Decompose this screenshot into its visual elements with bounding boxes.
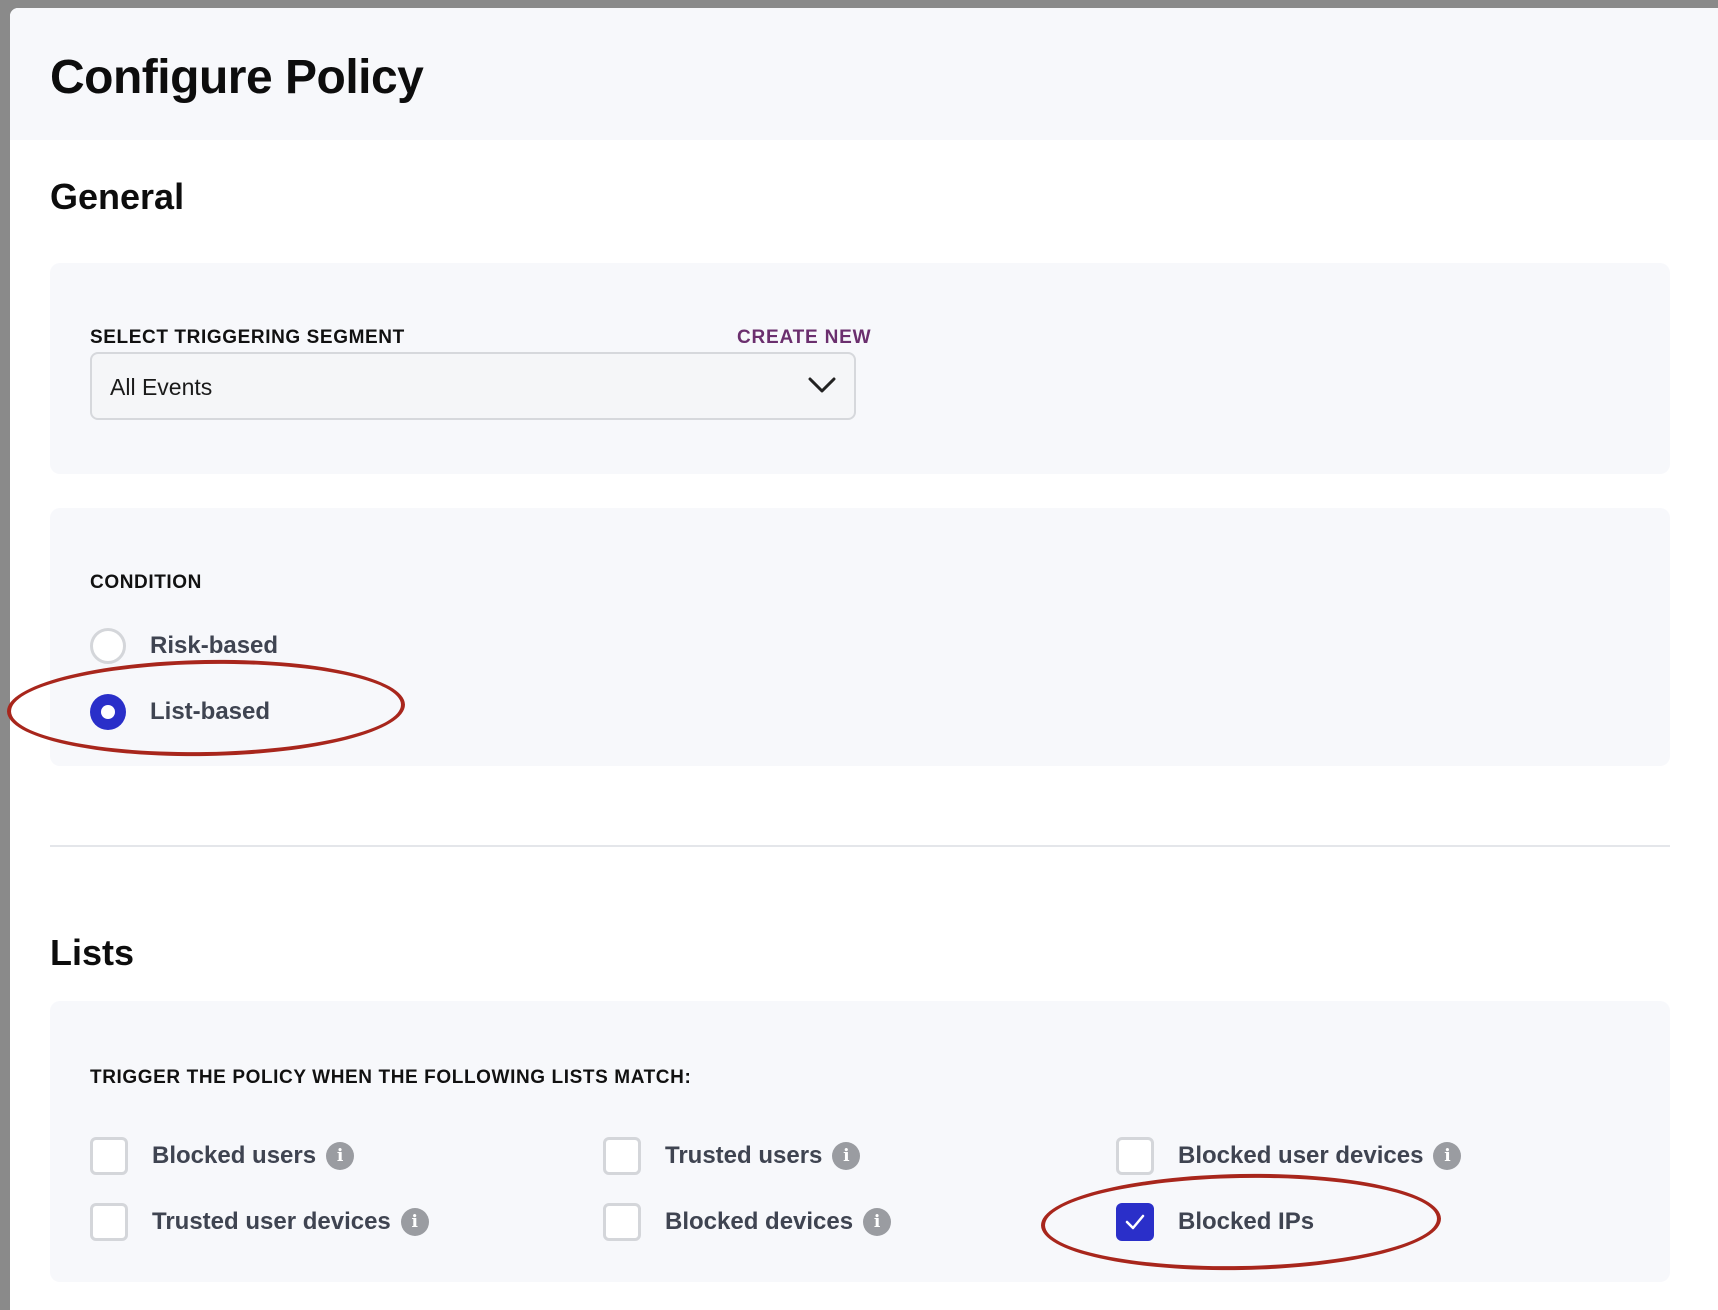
checkbox-trusted-user-devices[interactable]: Trusted user devices i — [90, 1203, 429, 1241]
radio-list-based[interactable]: List-based — [90, 694, 270, 730]
info-icon[interactable]: i — [832, 1142, 861, 1170]
info-icon[interactable]: i — [326, 1142, 355, 1170]
radio-label: List-based — [150, 698, 271, 725]
checkbox[interactable] — [603, 1137, 641, 1175]
backdrop — [0, 0, 10, 1310]
segment-card: SELECT TRIGGERING SEGMENT CREATE NEW All… — [50, 263, 1670, 474]
lists-section-title: Lists — [50, 932, 135, 973]
condition-card: CONDITION Risk-based List-based — [50, 508, 1670, 766]
checkbox-label: Trusted user devices — [152, 1208, 391, 1235]
radio-button-selected[interactable] — [90, 694, 126, 730]
info-icon[interactable]: i — [1433, 1142, 1462, 1170]
info-icon[interactable]: i — [863, 1208, 892, 1236]
general-section-title: General — [50, 176, 185, 217]
checkbox-blocked-user-devices[interactable]: Blocked user devices i — [1116, 1137, 1462, 1175]
segment-select[interactable]: All Events — [90, 352, 856, 420]
create-new-link[interactable]: CREATE NEW — [737, 327, 871, 349]
section-divider — [50, 845, 1670, 847]
checkbox-trusted-users[interactable]: Trusted users i — [603, 1137, 861, 1175]
checkbox[interactable] — [90, 1137, 128, 1175]
checkbox-checked[interactable] — [1116, 1203, 1154, 1241]
configure-policy-modal: Configure Policy General SELECT TRIGGERI… — [10, 8, 1718, 1310]
checkbox-label: Blocked devices — [665, 1208, 854, 1235]
checkbox-label: Trusted users — [665, 1142, 823, 1169]
radio-label: Risk-based — [150, 632, 279, 659]
radio-risk-based[interactable]: Risk-based — [90, 628, 278, 664]
info-icon[interactable]: i — [400, 1208, 429, 1236]
checkbox[interactable] — [1116, 1137, 1154, 1175]
checkbox[interactable] — [603, 1203, 641, 1241]
modal-header: Configure Policy — [10, 8, 1718, 140]
checkbox[interactable] — [90, 1203, 128, 1241]
checkmark-icon — [1125, 1214, 1145, 1230]
modal-title: Configure Policy — [50, 51, 424, 104]
checkbox-blocked-devices[interactable]: Blocked devices i — [603, 1203, 892, 1241]
checkbox-label: Blocked users — [152, 1142, 317, 1169]
chevron-down-icon — [808, 377, 836, 393]
checkbox-blocked-users[interactable]: Blocked users i — [90, 1137, 355, 1175]
segment-select-value: All Events — [110, 374, 213, 400]
trigger-label: TRIGGER THE POLICY WHEN THE FOLLOWING LI… — [90, 1067, 692, 1088]
lists-card: TRIGGER THE POLICY WHEN THE FOLLOWING LI… — [50, 1001, 1670, 1282]
condition-label: CONDITION — [90, 572, 203, 593]
checkbox-blocked-ips[interactable]: Blocked IPs — [1116, 1203, 1314, 1241]
checkbox-label: Blocked IPs — [1178, 1208, 1315, 1235]
checkbox-label: Blocked user devices — [1178, 1142, 1424, 1169]
radio-button[interactable] — [90, 628, 126, 664]
segment-label: SELECT TRIGGERING SEGMENT — [90, 327, 405, 348]
